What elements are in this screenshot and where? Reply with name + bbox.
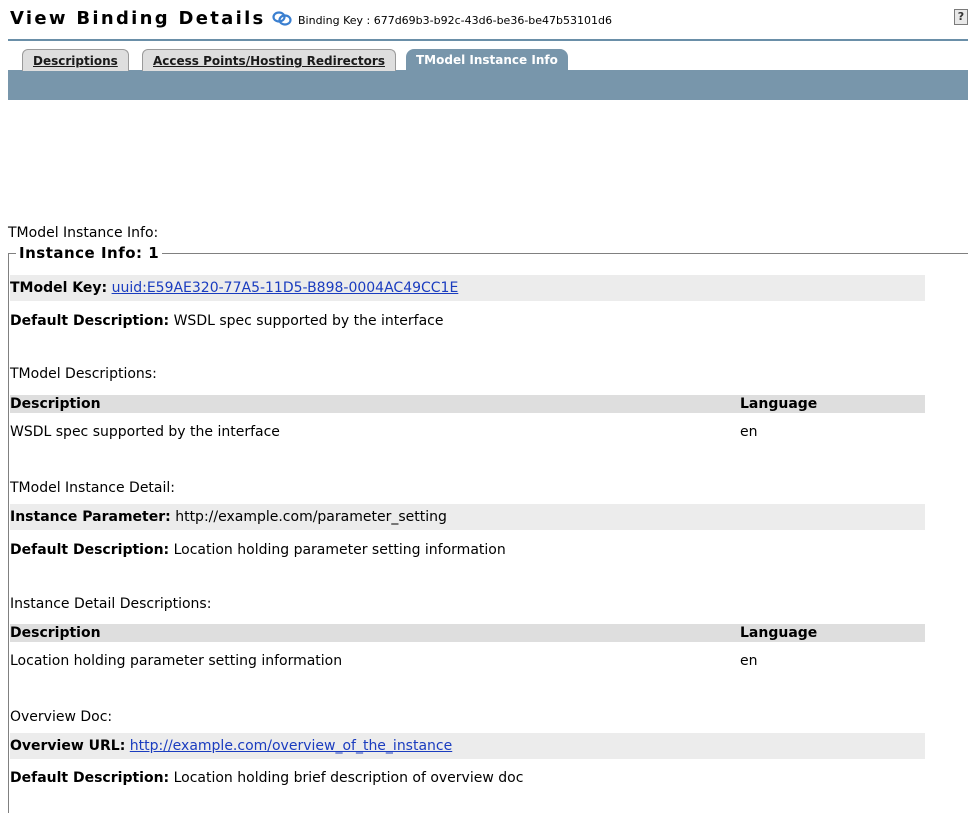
- instance-info-legend: Instance Info: 1: [16, 244, 163, 262]
- table-row: Location holding parameter setting infor…: [10, 650, 925, 672]
- column-header-language: Language: [740, 396, 818, 412]
- default-description-row: Default Description: WSDL spec supported…: [10, 308, 925, 334]
- overview-url-label: Overview URL:: [10, 738, 126, 754]
- tmodel-key-link[interactable]: uuid:E59AE320-77A5-11D5-B898-0004AC49CC1…: [112, 280, 459, 296]
- instance-detail-label: TModel Instance Detail:: [10, 480, 175, 496]
- instance-parameter-value: http://example.com/parameter_setting: [175, 509, 447, 525]
- tab-bar: [8, 70, 968, 100]
- instance-default-description-value: Location holding parameter setting infor…: [173, 542, 506, 558]
- header-divider: [8, 39, 968, 41]
- instance-default-description-row: Default Description: Location holding pa…: [10, 537, 925, 563]
- instance-detail-descriptions-header: Description Language: [10, 624, 925, 642]
- page-header: View Binding Details Binding Key : 677d6…: [0, 0, 968, 41]
- tab-tmodel-instance-info[interactable]: TModel Instance Info: [406, 49, 568, 71]
- tmodel-descriptions-header: Description Language: [10, 395, 925, 413]
- language-cell: en: [740, 653, 758, 669]
- description-cell: WSDL spec supported by the interface: [10, 424, 280, 440]
- column-header-description: Description: [10, 396, 101, 412]
- instance-parameter-label: Instance Parameter:: [10, 509, 171, 525]
- column-header-description: Description: [10, 625, 101, 641]
- description-cell: Location holding parameter setting infor…: [10, 653, 343, 669]
- instance-default-description-label: Default Description:: [10, 542, 170, 558]
- language-cell: en: [740, 424, 758, 440]
- overview-default-description-value: Location holding brief description of ov…: [173, 770, 524, 786]
- overview-url-row: Overview URL: http://example.com/overvie…: [10, 733, 925, 759]
- default-description-label: Default Description:: [10, 313, 170, 329]
- column-header-language: Language: [740, 625, 818, 641]
- overview-default-description-row: Default Description: Location holding br…: [10, 765, 925, 791]
- tab-descriptions[interactable]: Descriptions: [22, 49, 129, 71]
- instance-parameter-row: Instance Parameter: http://example.com/p…: [10, 504, 925, 530]
- overview-doc-label: Overview Doc:: [10, 709, 113, 725]
- help-icon[interactable]: ?: [954, 9, 968, 25]
- default-description-value: WSDL spec supported by the interface: [173, 313, 444, 329]
- instance-info-fieldset: [8, 253, 968, 813]
- instance-detail-descriptions-label: Instance Detail Descriptions:: [10, 596, 212, 612]
- tmodel-key-label: TModel Key:: [10, 280, 108, 296]
- overview-url-link[interactable]: http://example.com/overview_of_the_insta…: [130, 738, 452, 754]
- tab-access-points[interactable]: Access Points/Hosting Redirectors: [142, 49, 396, 71]
- tmodel-descriptions-label: TModel Descriptions:: [10, 366, 157, 382]
- binding-link-icon: [272, 9, 292, 27]
- overview-default-description-label: Default Description:: [10, 770, 170, 786]
- table-row: WSDL spec supported by the interface en: [10, 421, 925, 443]
- section-label: TModel Instance Info:: [8, 225, 159, 241]
- page-title: View Binding Details: [10, 8, 266, 29]
- binding-key: Binding Key : 677d69b3-b92c-43d6-be36-be…: [298, 14, 612, 27]
- tmodel-key-row: TModel Key: uuid:E59AE320-77A5-11D5-B898…: [10, 275, 925, 301]
